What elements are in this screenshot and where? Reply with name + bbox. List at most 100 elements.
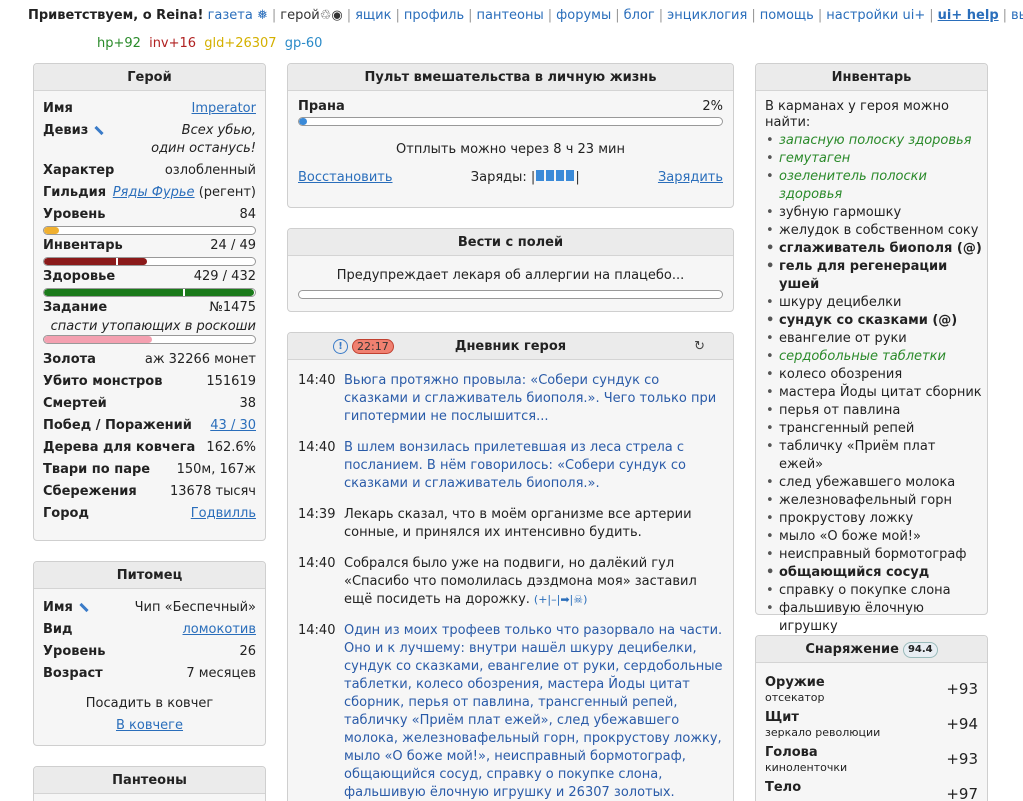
diary-entry: 14:40 Собрался было уже на подвиги, но да… (288, 555, 733, 609)
equipment-name: отсекатор (765, 691, 825, 704)
nav-separator: | (817, 8, 823, 23)
hero-wins-link[interactable]: 43 / 30 (210, 415, 256, 437)
inventory-bar-divider (116, 258, 119, 265)
nav-separator: | (751, 8, 756, 23)
nav-link-help[interactable]: помощь (760, 8, 814, 23)
stat-hp: hp+92 (97, 36, 141, 51)
nav-link-mailbox[interactable]: ящик (355, 8, 391, 23)
voice-vote-buttons[interactable]: (+|–|➡|☠) (534, 593, 588, 606)
diary-entry: 14:40 В шлем вонзилась прилетевшая из лес… (288, 439, 733, 493)
hero-deaths-label: Смертей (43, 396, 107, 411)
pantheons-panel-title: Пантеоны (34, 767, 265, 794)
inventory-item: зубную гармошку (760, 204, 983, 222)
equipment-bonus: +97 (946, 785, 978, 801)
inventory-item: желудок в собственном соку (760, 222, 983, 240)
equipment-slot: Оружие (765, 675, 825, 690)
stat-gold: gld+26307 (204, 36, 277, 51)
equipment-level-badge: 94.4 (902, 641, 938, 658)
hero-name-link[interactable]: Imperator (192, 98, 256, 120)
inventory-item: трансгенный репей (760, 420, 983, 438)
nav-link-profile[interactable]: профиль (404, 8, 464, 23)
pencil-icon[interactable] (79, 602, 89, 613)
nav-link-hero[interactable]: герой♲◉ (280, 8, 342, 23)
hero-deaths: 38 (239, 396, 256, 411)
diary-entry-time: 14:39 (298, 507, 336, 522)
pencil-icon[interactable] (94, 125, 104, 136)
nav-separator: | (346, 8, 352, 23)
news-progress-bar (298, 290, 723, 299)
diary-entry-time: 14:40 (298, 373, 336, 388)
restore-link[interactable]: Восстановить (298, 170, 393, 186)
inventory-bar (43, 257, 256, 266)
control-panel: Пульт вмешательства в личную жизнь Прана… (287, 63, 734, 208)
pet-level-label: Уровень (43, 644, 106, 659)
inventory-list: запасную полоску здоровьягемутагенозелен… (756, 131, 987, 636)
nav-separator: | (395, 8, 400, 23)
nav-link-settings[interactable]: настройки ui+ (826, 8, 925, 23)
inventory-item: прокрустову ложку (760, 510, 983, 528)
nav-separator: | (468, 8, 473, 23)
hero-kills: 151619 (206, 374, 256, 389)
diary-entry-message: Лекарь сказал, что в моём организме все … (344, 507, 692, 540)
diary-panel: ! 22:17 Дневник героя ↻ 14:40 Вьюга протя… (287, 332, 734, 801)
hero-motto: Всех убью, один останусь! (151, 123, 256, 156)
inventory-item: евангелие от руки (760, 330, 983, 348)
quest-progress-bar (43, 335, 256, 344)
equipment-slot: Голова (765, 745, 818, 760)
hero-quest-label: Задание (43, 300, 108, 315)
inventory-item[interactable]: сундук со сказками (@) (760, 312, 983, 330)
inventory-item: табличку «Приём плат ежей» (760, 438, 983, 474)
equipment-name: киноленточки (765, 761, 848, 774)
diary-panel-title: Дневник героя (454, 339, 567, 354)
inventory-item: гемутаген (760, 150, 983, 168)
equipment-slot: Тело (765, 780, 802, 795)
charge-link[interactable]: Зарядить (658, 170, 723, 186)
nav-link-encyclopedia[interactable]: энциклогия (667, 8, 747, 23)
hero-character: озлобленный (164, 163, 256, 178)
pet-ark-text: Посадить в ковчег (85, 696, 214, 711)
inventory-item[interactable]: гель для регенерации ушей (760, 258, 983, 294)
prana-label: Прана (298, 99, 345, 114)
equipment-name: зеркало революции (765, 726, 881, 739)
hero-gold: аж 32266 монет (144, 352, 256, 367)
equipment-panel-title: Снаряжение (805, 642, 899, 657)
nav-link-blog[interactable]: блог (624, 8, 655, 23)
level-progress-fill (44, 227, 59, 234)
inventory-item[interactable]: общающийся сосуд (760, 564, 983, 582)
nav-link-exit[interactable]: выход (1011, 8, 1023, 23)
hero-town-label: Город (43, 506, 89, 521)
hero-gold-label: Золота (43, 352, 96, 367)
diary-entry: 14:40 Вьюга протяжно провыла: «Собери сун… (288, 372, 733, 426)
nav-link-forums[interactable]: форумы (556, 8, 611, 23)
inventory-item: мыло «О боже мой!» (760, 528, 983, 546)
diary-entry: 14:40 Один из моих трофеев только что раз… (288, 622, 733, 801)
pantheons-panel: Пантеоны (33, 766, 266, 801)
hero-guild-link[interactable]: Ряды Фурье (113, 185, 195, 200)
equipment-bonus: +94 (946, 715, 978, 733)
inventory-item: справку о покупке слона (760, 582, 983, 600)
pet-kind-link[interactable]: ломокотив (182, 619, 256, 641)
hero-health-label: Здоровье (43, 269, 116, 284)
hero-town-link[interactable]: Годвилль (191, 503, 256, 525)
nav-link-newspaper[interactable]: газета ❅ (208, 8, 268, 23)
hero-guild-label: Гильдия (43, 185, 107, 200)
equipment-panel: Снаряжение 94.4 Оружие отсекатор +93 Щит зерк… (755, 635, 988, 801)
inventory-item[interactable]: сглаживатель биополя (@) (760, 240, 983, 258)
alert-icon[interactable]: ! (333, 339, 348, 354)
hero-motto-label: Девиз (43, 120, 104, 142)
level-progress-bar (43, 226, 256, 235)
hero-pairs: 150м, 167ж (176, 462, 256, 477)
hero-level: 84 (239, 207, 256, 222)
equipment-item: Щит зеркало революции +94 (756, 710, 987, 745)
news-panel: Вести с полей Предупреждает лекаря об ал… (287, 228, 734, 312)
inventory-item: озеленитель полоски здоровья (760, 168, 983, 204)
pet-level: 26 (239, 644, 256, 659)
nav-link-pantheons[interactable]: пантеоны (477, 8, 544, 23)
pet-ark-link[interactable]: В ковчеге (116, 718, 183, 733)
diary-timer-badge: 22:17 (352, 339, 394, 354)
hero-kills-label: Убито монстров (43, 374, 163, 389)
refresh-icon[interactable]: ↻ (694, 333, 705, 360)
nav-link-ui-help[interactable]: ui+ help (938, 8, 999, 23)
nav-separator: | (929, 8, 934, 23)
stat-inv: inv+16 (149, 36, 197, 51)
